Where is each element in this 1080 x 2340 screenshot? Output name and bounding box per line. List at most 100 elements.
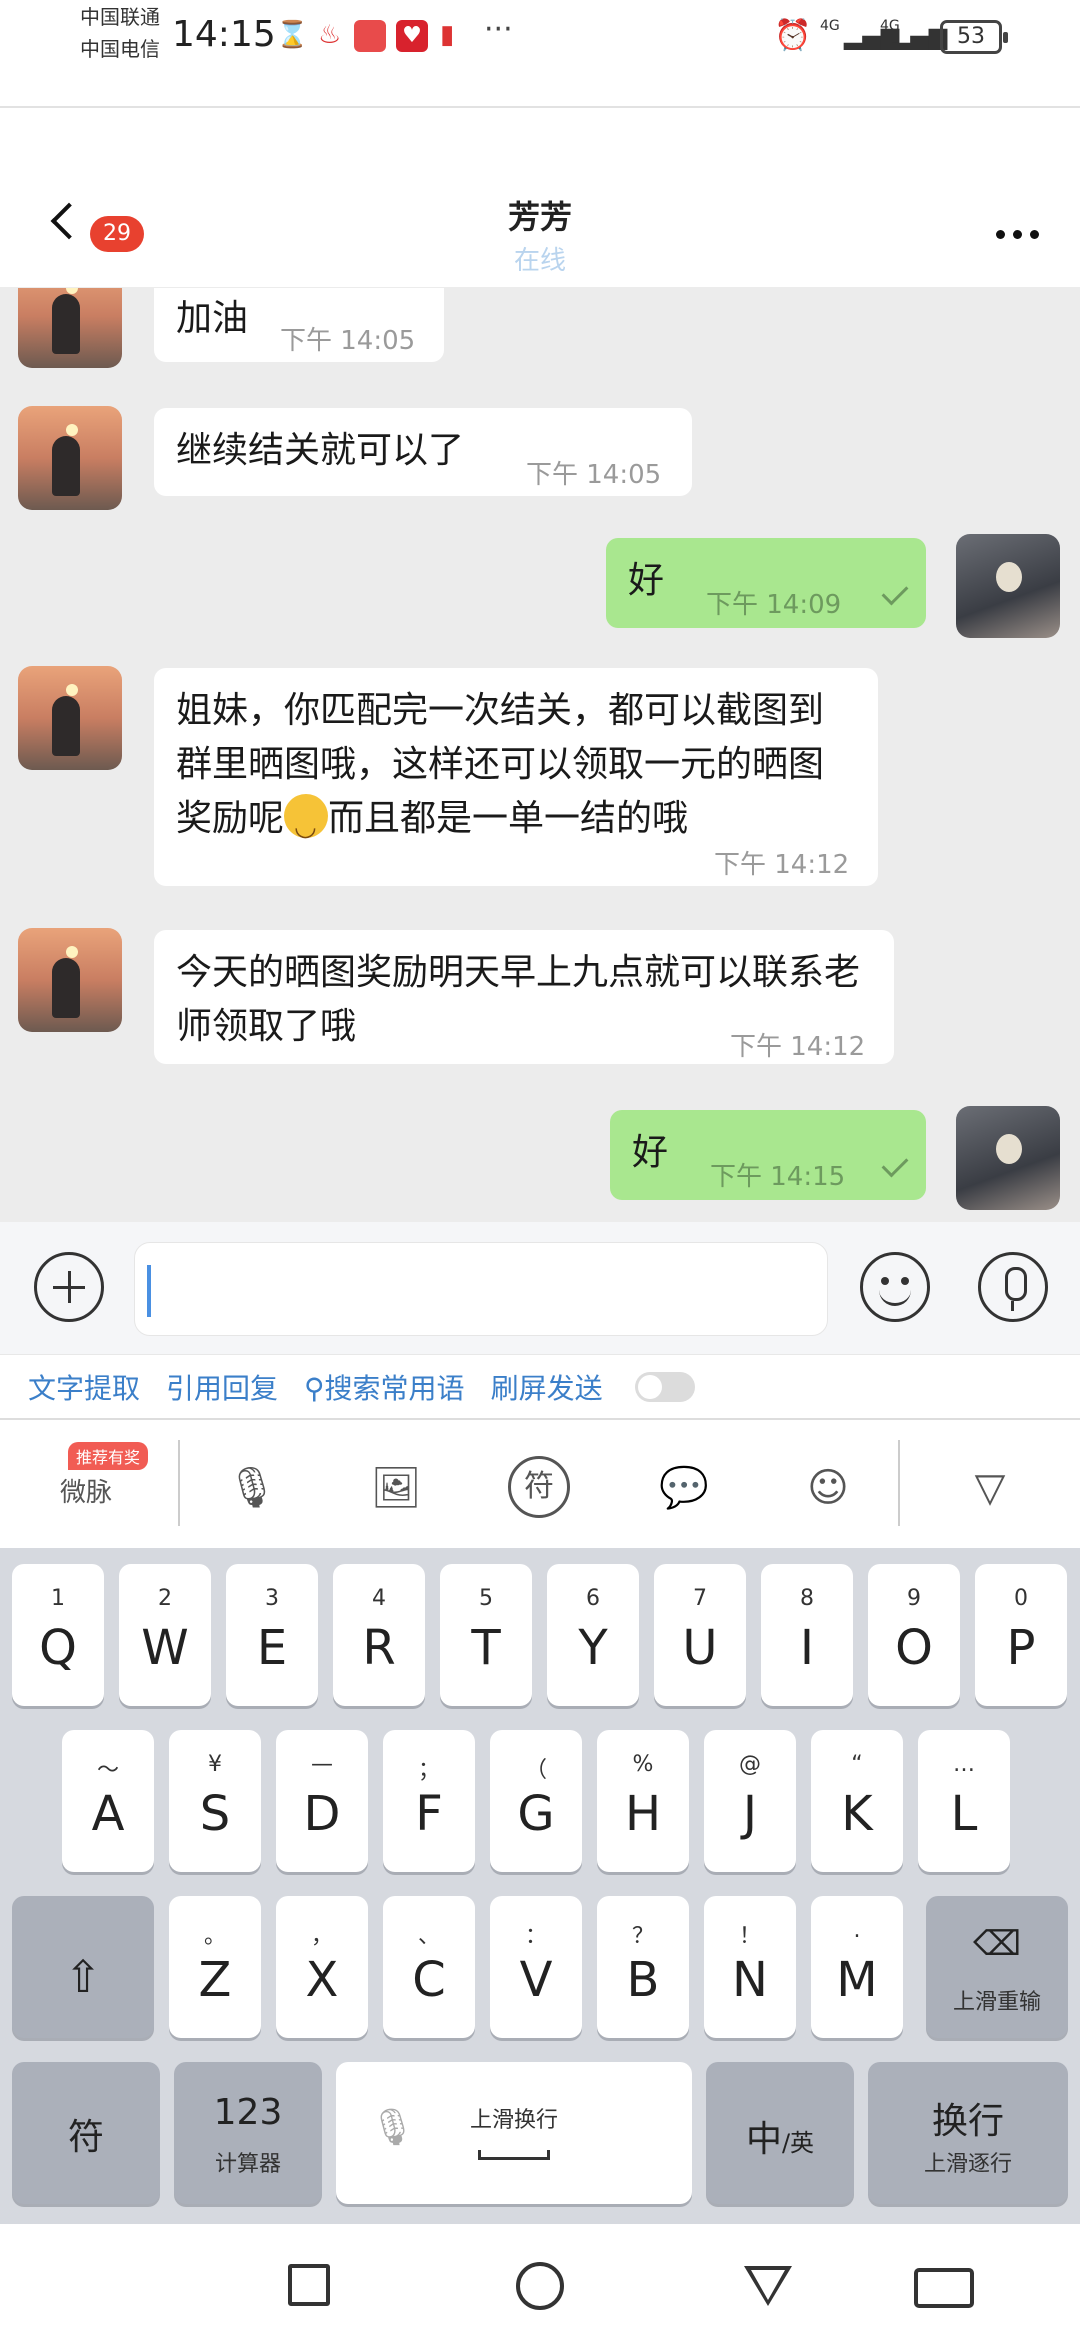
carrier-label: 中国联通 xyxy=(80,5,160,29)
key-z[interactable]: 。 Z xyxy=(169,1896,261,2038)
shift-icon: ⇧ xyxy=(64,1952,102,2003)
spam-send-action[interactable]: 刷屏发送 xyxy=(491,1367,603,1407)
message-text: 姐妹，你匹配完一次结关，都可以截图到群里晒图哦，这样还可以领取一元的晒图奖励呢而… xyxy=(176,684,856,854)
spam-send-toggle[interactable] xyxy=(634,1371,695,1402)
key-i[interactable]: 8I xyxy=(761,1564,853,1706)
text-extract-action[interactable]: 文字提取 xyxy=(28,1367,140,1407)
my-avatar[interactable] xyxy=(956,1106,1060,1210)
key-t[interactable]: 5T xyxy=(440,1564,532,1706)
key-h[interactable]: % H xyxy=(597,1730,689,1872)
symbol-button[interactable]: 符 xyxy=(508,1456,570,1518)
message-text: 好 xyxy=(632,1132,669,1173)
key-c[interactable]: 、 C xyxy=(383,1896,475,2038)
key-o[interactable]: 9O xyxy=(868,1564,960,1706)
message-bubble[interactable]: 加油 下午 14:05 xyxy=(154,288,444,362)
key-e[interactable]: 3E xyxy=(226,1564,318,1706)
key-y[interactable]: 6Y xyxy=(547,1564,639,1706)
key-g[interactable]: （G xyxy=(490,1730,582,1872)
keyboard-switch-icon[interactable] xyxy=(914,2268,974,2308)
key-b[interactable]: ？ B xyxy=(597,1896,689,2038)
language-key[interactable]: 中/英 xyxy=(706,2062,854,2204)
message-text: 好 xyxy=(628,560,665,601)
message-bubble[interactable]: 好 下午 14:15 xyxy=(610,1110,926,1200)
network-type: 4G xyxy=(820,18,840,34)
read-check-icon xyxy=(881,1150,909,1178)
key-f[interactable]: ； F xyxy=(383,1730,475,1872)
shift-key[interactable]: ⇧ xyxy=(12,1896,154,2038)
key-k[interactable]: “K xyxy=(811,1730,903,1872)
app-notification-icon: ♨ xyxy=(318,20,342,50)
message-bubble[interactable]: 今天的晒图奖励明天早上九点就可以联系老师领取了哦 下午 14:12 xyxy=(154,930,894,1064)
symbol-key[interactable]: 符 xyxy=(12,2062,160,2204)
message-time: 下午 14:12 xyxy=(730,1032,866,1062)
key-j[interactable]: @ J xyxy=(704,1730,796,1872)
quote-reply-action[interactable]: 引用回复 xyxy=(166,1367,278,1407)
back-icon[interactable] xyxy=(744,2266,792,2306)
space-key[interactable]: 🎙 上滑换行 xyxy=(336,2062,692,2204)
backspace-icon: ⌫ xyxy=(972,1924,1022,1964)
message-time: 下午 14:05 xyxy=(280,326,416,356)
key-u[interactable]: 7U xyxy=(654,1564,746,1706)
quick-actions-bar: 文字提取 引用回复 ⚲搜索常用语 刷屏发送 xyxy=(0,1354,1080,1418)
alarm-icon: ⏰ xyxy=(774,18,812,53)
message-time: 下午 14:05 xyxy=(526,460,662,490)
contact-avatar[interactable] xyxy=(18,666,122,770)
key-w[interactable]: 2W xyxy=(119,1564,211,1706)
key-p[interactable]: 0P xyxy=(975,1564,1067,1706)
key-v[interactable]: ： V xyxy=(490,1896,582,2038)
smile-emoji-icon xyxy=(284,794,329,854)
emoji-icon[interactable]: ☺ xyxy=(796,1456,860,1520)
add-attachment-button[interactable] xyxy=(34,1252,104,1322)
contact-avatar[interactable] xyxy=(18,288,122,368)
key-m[interactable]: .M xyxy=(811,1896,903,2038)
contact-avatar[interactable] xyxy=(18,406,122,510)
key-a[interactable]: ～ A xyxy=(62,1730,154,1872)
key-n[interactable]: ！ N xyxy=(704,1896,796,2038)
read-check-icon xyxy=(881,578,909,606)
contact-avatar[interactable] xyxy=(18,928,122,1032)
contact-name: 芳芳 xyxy=(507,198,572,236)
message-bubble[interactable]: 继续结关就可以了 下午 14:05 xyxy=(154,408,692,496)
message-text: 继续结关就可以了 xyxy=(176,430,465,471)
message-time: 下午 14:15 xyxy=(710,1162,846,1192)
message-input[interactable] xyxy=(134,1242,828,1336)
toolbar-divider xyxy=(898,1440,900,1526)
home-icon[interactable] xyxy=(516,2262,564,2310)
message-text: 加油 xyxy=(176,298,249,339)
toolbar-divider xyxy=(178,1440,180,1526)
key-s[interactable]: ¥ S xyxy=(169,1730,261,1872)
emoji-button[interactable] xyxy=(860,1252,930,1322)
enter-key[interactable]: 换行 上滑逐行 xyxy=(868,2062,1068,2204)
key-r[interactable]: 4R xyxy=(333,1564,425,1706)
number-key[interactable]: 123 计算器 xyxy=(174,2062,322,2204)
more-options-icon[interactable] xyxy=(996,230,1039,239)
search-phrases-action[interactable]: ⚲搜索常用语 xyxy=(304,1367,465,1407)
space-bar-icon xyxy=(478,2150,550,2160)
hourglass-icon: ⌛ xyxy=(276,20,309,50)
delete-key[interactable]: ⌫ 上滑重输 xyxy=(926,1896,1068,2038)
message-bubble[interactable]: 姐妹，你匹配完一次结关，都可以截图到群里晒图哦，这样还可以领取一元的晒图奖励呢而… xyxy=(154,668,878,886)
weibo-button[interactable]: 微脉 xyxy=(60,1472,112,1509)
status-time: 14:15 xyxy=(172,14,276,55)
key-l[interactable]: … L xyxy=(918,1730,1010,1872)
carrier-label: 中国电信 xyxy=(80,37,160,61)
heart-app-icon: ♥ xyxy=(396,20,428,52)
book-app-icon: ▮ xyxy=(440,20,455,50)
battery-icon: 53 xyxy=(940,20,1008,54)
voice-input-button[interactable] xyxy=(978,1252,1048,1322)
key-x[interactable]: ， X xyxy=(276,1896,368,2038)
image-icon[interactable]: 🖼 xyxy=(364,1456,428,1520)
microphone-icon[interactable]: 🎙 xyxy=(220,1456,284,1520)
message-bubble[interactable]: 好 下午 14:09 xyxy=(606,538,926,628)
collapse-keyboard-icon[interactable]: ▽ xyxy=(958,1456,1022,1520)
promo-badge: 推荐有奖 xyxy=(68,1442,149,1470)
message-list[interactable]: 加油 下午 14:05 继续结关就可以了 下午 14:05 好 下午 14:09… xyxy=(0,288,1080,1222)
quick-reply-icon[interactable]: 💬 xyxy=(652,1456,716,1520)
online-status: 在线 xyxy=(513,246,566,276)
recent-apps-icon[interactable] xyxy=(288,2264,330,2306)
status-bar: 中国联通 中国电信 14:15 ⌛ ♨ ♥ ▮ ··· ⏰ 4G ▂▄▆ 4G … xyxy=(0,0,1080,108)
key-d[interactable]: — D xyxy=(276,1730,368,1872)
key-q[interactable]: 1Q xyxy=(12,1564,104,1706)
more-notifications-icon: ··· xyxy=(484,12,513,47)
my-avatar[interactable] xyxy=(956,534,1060,638)
